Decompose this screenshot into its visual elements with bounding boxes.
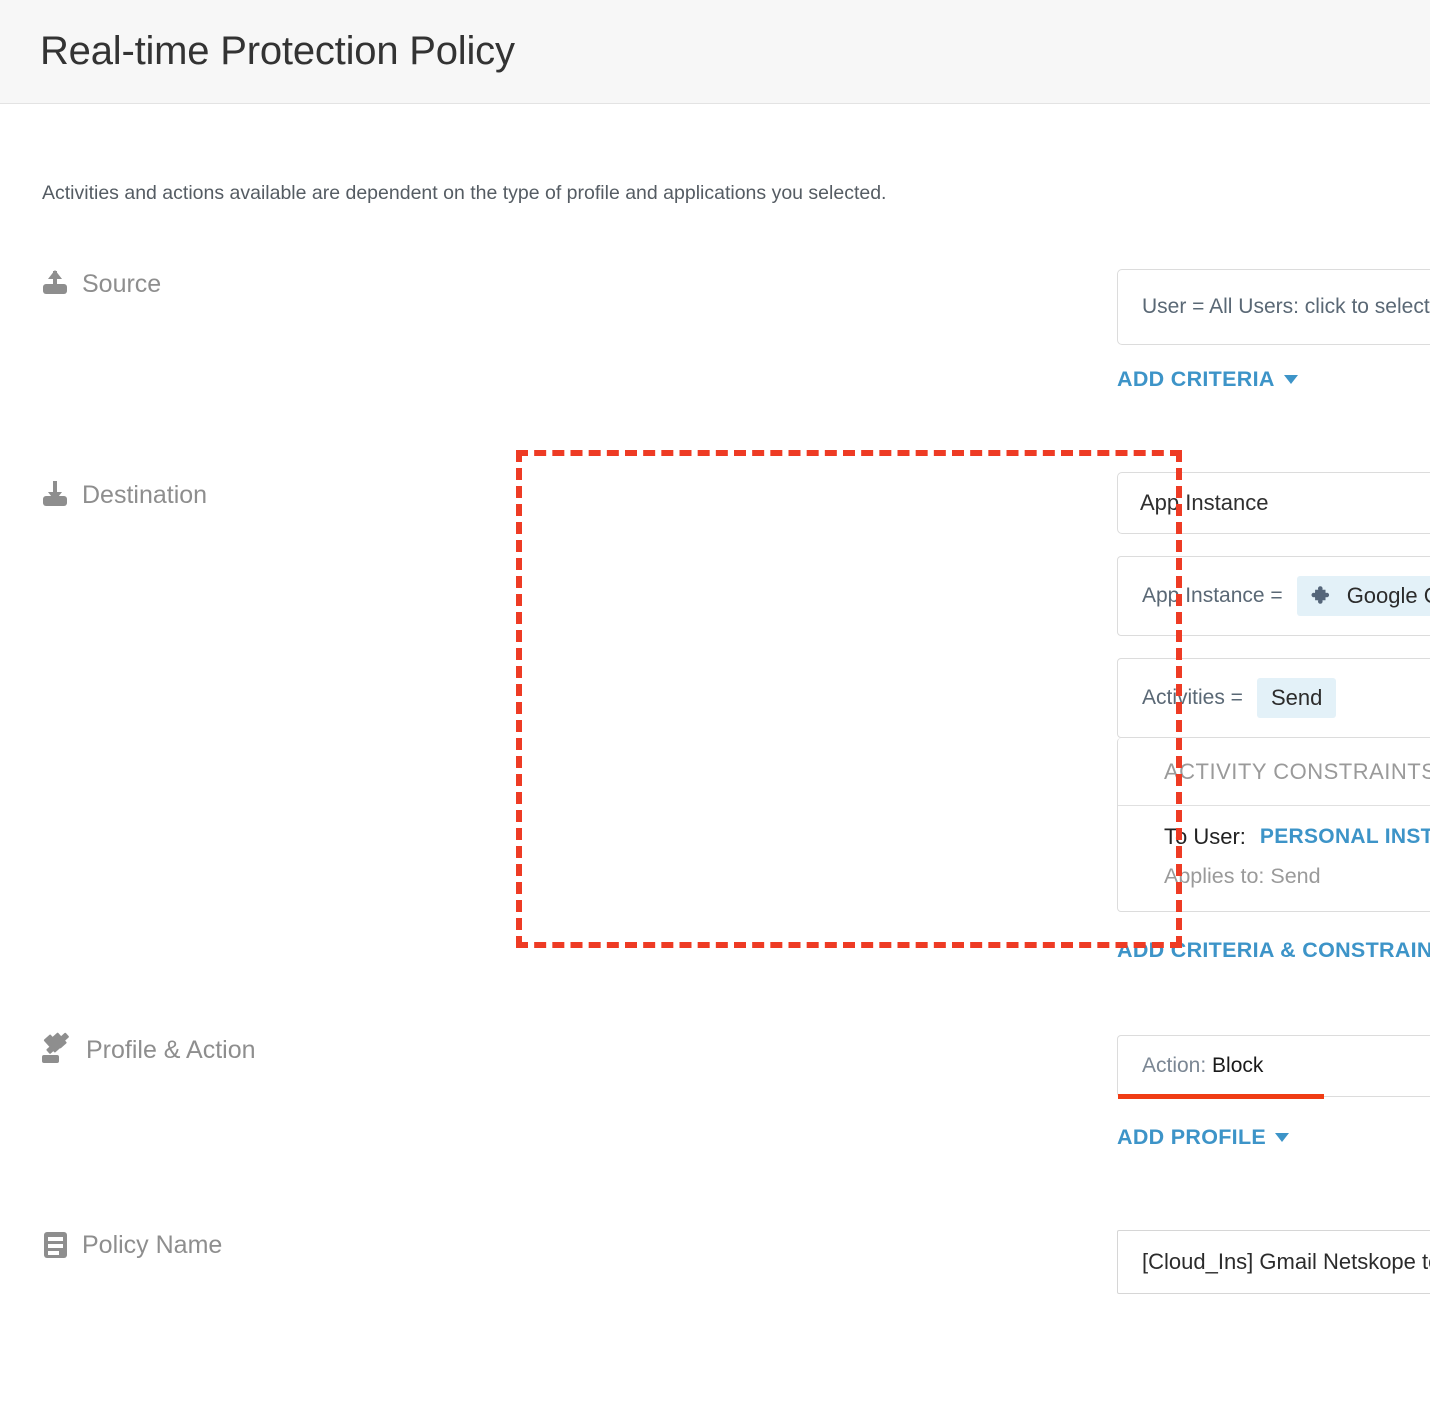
document-list-icon <box>42 1230 70 1260</box>
section-source: Source User = All Users: click to select… <box>0 269 1430 392</box>
download-icon <box>42 480 70 510</box>
activity-constraints-card: ACTIVITY CONSTRAINTS To User: PERSONAL I… <box>1117 738 1430 912</box>
section-profile-action: Profile & Action Action: Block Template:… <box>0 1032 1430 1150</box>
intro-text: Activities and actions available are dep… <box>42 182 887 204</box>
section-destination: Destination App Instance App Instance = <box>0 450 1430 963</box>
profile-action-label-group: Profile & Action <box>0 1032 540 1065</box>
profile-action-fields: Action: Block Template: Access Restricte… <box>540 1035 1430 1150</box>
source-fields: User = All Users: click to select subset… <box>540 269 1430 392</box>
upload-icon <box>42 269 70 299</box>
destination-type-select[interactable]: App Instance <box>1117 472 1430 534</box>
action-select[interactable]: Action: Block <box>1117 1035 1430 1099</box>
activity-tag[interactable]: Send <box>1256 678 1337 718</box>
destination-label: Destination <box>82 480 208 509</box>
chevron-down-icon <box>1275 1133 1290 1142</box>
constraint-label: To User: <box>1164 824 1246 849</box>
profile-action-row: Action: Block Template: Access Restricte… <box>1117 1035 1430 1099</box>
constraint-applies-to: Applies to: Send <box>1164 864 1321 888</box>
section-policy-name: Policy Name [Cloud_Ins] Gmail Netskope t… <box>0 1230 1430 1294</box>
add-criteria-source-label: ADD CRITERIA <box>1117 367 1275 391</box>
constraint-to-user-row: To User: PERSONAL INSTANCE <box>1164 824 1430 850</box>
policy-name-input[interactable]: [Cloud_Ins] Gmail Netskope to Personal E… <box>1117 1230 1430 1294</box>
activity-tag-label: Send <box>1270 685 1323 710</box>
policy-name-fields: [Cloud_Ins] Gmail Netskope to Personal E… <box>540 1230 1430 1294</box>
destination-fields: App Instance App Instance = Google Gmail… <box>516 450 1430 963</box>
policy-form: Activities and actions available are dep… <box>0 104 1430 1294</box>
source-user-value: User = All Users: click to select subset… <box>1142 295 1430 318</box>
action-value: Block <box>1212 1054 1264 1077</box>
page-title: Real-time Protection Policy <box>40 29 515 73</box>
app-instance-tag-label: Google Gmail:netskope.com <box>1346 583 1430 608</box>
activity-constraint-item: To User: PERSONAL INSTANCE Applies to: S… <box>1118 806 1430 911</box>
constraint-value-dropdown[interactable]: PERSONAL INSTANCE <box>1260 825 1430 849</box>
add-criteria-constraints-button[interactable]: ADD CRITERIA & CONSTRAINTS <box>1117 938 1430 963</box>
destination-type-value: App Instance <box>1140 490 1269 515</box>
puzzle-piece-icon <box>1311 584 1335 608</box>
add-profile-button[interactable]: ADD PROFILE <box>1117 1125 1290 1150</box>
policy-name-label: Policy Name <box>82 1230 223 1259</box>
action-prefix: Action: <box>1142 1054 1207 1077</box>
add-profile-label: ADD PROFILE <box>1117 1125 1267 1149</box>
activity-constraints-header: ACTIVITY CONSTRAINTS <box>1118 738 1430 806</box>
add-criteria-source-button[interactable]: ADD CRITERIA <box>1117 367 1298 392</box>
action-selected-underline <box>1118 1094 1324 1099</box>
page-header: Real-time Protection Policy <box>0 0 1430 104</box>
destination-label-group: Destination <box>0 450 540 510</box>
app-instance-criteria-card[interactable]: App Instance = Google Gmail:netskope.com <box>1117 556 1430 636</box>
add-criteria-constraints-label: ADD CRITERIA & CONSTRAINTS <box>1117 938 1430 962</box>
source-label-group: Source <box>0 269 540 299</box>
policy-name-label-group: Policy Name <box>0 1230 540 1260</box>
policy-name-value: [Cloud_Ins] Gmail Netskope to Personal E… <box>1142 1249 1430 1274</box>
constraint-value-label: PERSONAL INSTANCE <box>1259 825 1430 848</box>
gavel-icon <box>42 1032 74 1065</box>
app-instance-criteria-row: App Instance = Google Gmail:netskope.com <box>1118 557 1430 635</box>
chevron-down-icon <box>1283 375 1298 384</box>
profile-action-label: Profile & Action <box>86 1035 256 1064</box>
source-user-field[interactable]: User = All Users: click to select subset… <box>1117 269 1430 345</box>
activities-criteria-card[interactable]: Activities = Send <box>1117 658 1430 738</box>
highlight-annotation-box <box>516 450 1182 948</box>
app-instance-criteria-label: App Instance = <box>1142 584 1283 607</box>
activities-criteria-label: Activities = <box>1142 686 1243 709</box>
app-instance-tag[interactable]: Google Gmail:netskope.com <box>1296 576 1430 616</box>
source-label: Source <box>82 269 162 298</box>
activities-criteria-row: Activities = Send <box>1118 659 1430 737</box>
